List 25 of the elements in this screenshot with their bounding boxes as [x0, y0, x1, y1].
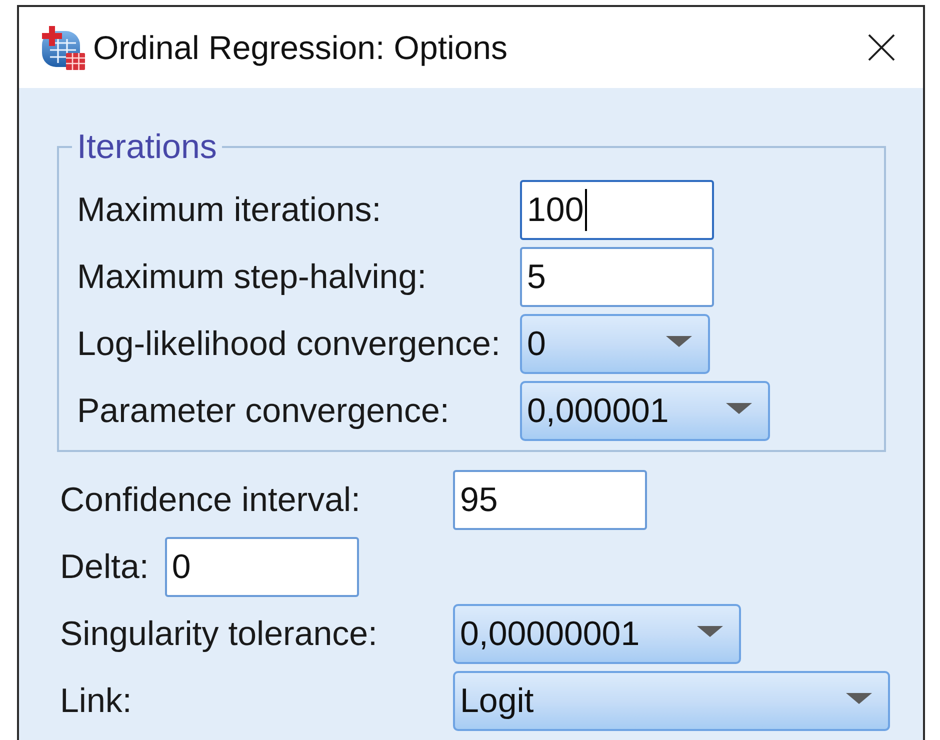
field-label: Log-likelihood convergence:	[77, 324, 502, 364]
field-label: Parameter convergence:	[77, 392, 450, 430]
group-title: Iterations	[76, 129, 218, 165]
input-field[interactable]: 95	[453, 470, 647, 530]
input-field[interactable]: 5	[520, 247, 714, 307]
field-label: Maximum step-halving:	[77, 258, 428, 296]
dropdown[interactable]: 0,000001	[520, 381, 770, 441]
field-label: Confidence interval:	[60, 480, 362, 520]
dropdown[interactable]: 0	[520, 314, 710, 374]
field-label: Delta:	[60, 548, 149, 586]
dropdown[interactable]: Logit	[453, 671, 890, 731]
text-cursor-icon	[584, 189, 587, 231]
input-field[interactable]: 100	[520, 180, 714, 240]
caret-icon	[846, 692, 872, 704]
close-icon[interactable]	[868, 34, 895, 61]
app-icon	[40, 24, 86, 70]
window-title: Ordinal Regression: Options	[93, 28, 508, 66]
caret-icon	[697, 626, 723, 636]
field-label: Singularity tolerance:	[60, 614, 379, 654]
input-field[interactable]: 0	[164, 537, 359, 597]
field-label: Maximum iterations:	[77, 190, 382, 230]
caret-icon	[726, 402, 752, 414]
field-label: Link:	[60, 682, 133, 720]
dropdown[interactable]: 0,00000001	[453, 604, 741, 664]
caret-icon	[666, 336, 692, 346]
